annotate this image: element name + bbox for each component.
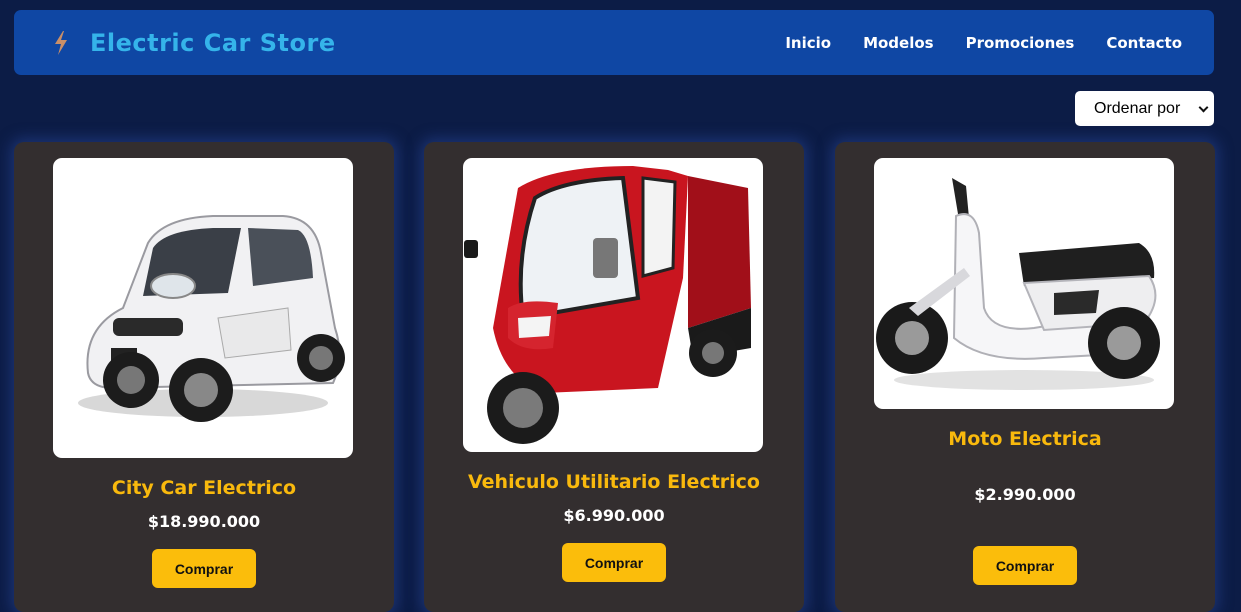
nav-link-inicio[interactable]: Inicio (785, 34, 831, 52)
brand-title: Electric Car Store (90, 28, 336, 57)
product-image-utility-vehicle[interactable] (463, 158, 763, 452)
nav-link-promociones[interactable]: Promociones (966, 34, 1075, 52)
buy-button[interactable]: Comprar (152, 549, 256, 588)
product-image-electric-scooter[interactable] (874, 158, 1174, 409)
product-title: Moto Electrica (948, 428, 1102, 450)
nav-link-modelos[interactable]: Modelos (863, 34, 934, 52)
navbar: Electric Car Store Inicio Modelos Promoc… (14, 10, 1214, 75)
buy-button[interactable]: Comprar (562, 543, 666, 582)
product-price: $6.990.000 (563, 506, 665, 525)
city-car-illustration (78, 215, 345, 422)
product-card: Vehiculo Utilitario Electrico $6.990.000… (424, 142, 804, 612)
nav-link-contacto[interactable]: Contacto (1106, 34, 1182, 52)
chevron-down-icon (1198, 102, 1209, 113)
sort-select-label: Ordenar por (1094, 99, 1181, 117)
sort-select[interactable]: Ordenar por (1075, 91, 1214, 126)
product-price: $18.990.000 (147, 512, 261, 531)
product-title: City Car Electrico (111, 477, 297, 499)
product-image-city-car[interactable] (53, 158, 353, 458)
nav-links: Inicio Modelos Promociones Contacto (753, 10, 1182, 75)
product-card: Moto Electrica $2.990.000 Comprar (835, 142, 1215, 612)
product-card: City Car Electrico $18.990.000 Comprar (14, 142, 394, 612)
brand[interactable]: Electric Car Store (52, 29, 336, 57)
product-price: $2.990.000 (974, 485, 1076, 504)
lightning-bolt-icon (55, 30, 67, 55)
product-title: Vehiculo Utilitario Electrico (468, 471, 760, 493)
electric-scooter-illustration (876, 178, 1160, 390)
utility-vehicle-illustration (464, 166, 751, 444)
buy-button[interactable]: Comprar (973, 546, 1077, 585)
